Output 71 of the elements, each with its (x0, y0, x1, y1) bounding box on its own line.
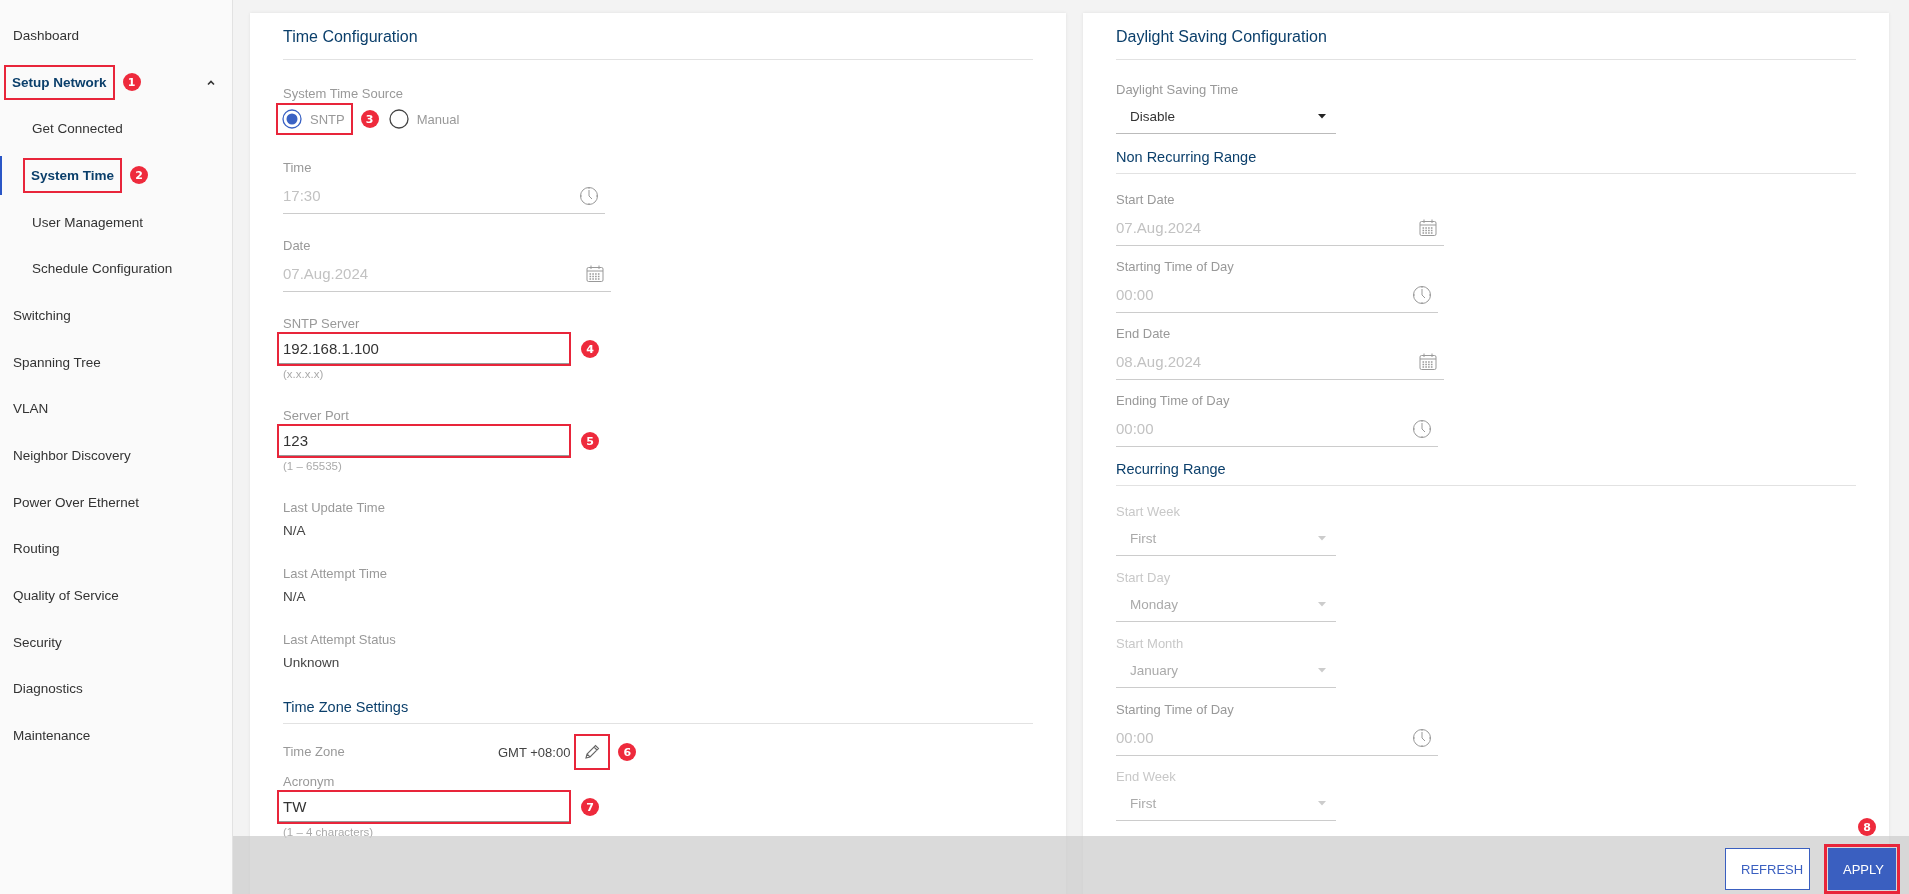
callout-badge: 4 (581, 340, 599, 358)
clock-icon (1412, 418, 1432, 439)
dropdown-caret-icon (1318, 602, 1326, 607)
dropdown-caret-icon (1318, 801, 1326, 806)
dropdown-caret-icon (1318, 668, 1326, 673)
field-label: Acronym (283, 773, 336, 791)
field-label: Last Attempt Status (283, 631, 397, 649)
field-label: Ending Time of Day (1116, 392, 1231, 410)
sidebar-item[interactable]: Power Over Ethernet (13, 487, 140, 517)
calendar-icon (585, 263, 605, 284)
callout-badge: 6 (618, 743, 637, 761)
dropdown[interactable]: Disable (1116, 100, 1336, 134)
field-label: Date (283, 237, 312, 255)
callout-badge: 3 (360, 110, 379, 128)
section-heading: Non Recurring Range (1116, 146, 1856, 174)
sidebar-item[interactable]: Security (13, 627, 62, 657)
calendar-icon (1418, 351, 1438, 372)
input-field[interactable]: TW (279, 792, 569, 822)
field-value: N/A (283, 588, 307, 606)
timezone-value: GMT +08:00 (498, 744, 571, 760)
field-value: N/A (283, 522, 307, 540)
field-label: Last Attempt Time (283, 565, 389, 583)
sidebar-item[interactable]: Maintenance (13, 721, 91, 751)
refresh-button[interactable]: REFRESH (1725, 848, 1810, 890)
field-label: Starting Time of Day (1116, 701, 1235, 719)
clock-icon (1412, 284, 1432, 305)
field-label: End Date (1116, 325, 1172, 343)
field-hint: (x.x.x.x) (283, 367, 325, 382)
field-hint: (1 – 65535) (283, 459, 343, 474)
field-label: Starting Time of Day (1116, 258, 1235, 276)
sidebar-item[interactable]: Spanning Tree (13, 347, 101, 377)
section-heading: Recurring Range (1116, 458, 1856, 486)
sidebar-item[interactable]: Neighbor Discovery (13, 441, 131, 471)
sidebar-item[interactable]: Quality of Service (13, 581, 119, 611)
field-label: Time Zone (283, 743, 346, 761)
edit-button[interactable] (576, 736, 609, 768)
dropdown-caret-icon (1318, 114, 1326, 119)
field-hint: (1 – 4 characters) (283, 825, 375, 840)
pencil-icon (583, 743, 602, 761)
input-field[interactable]: 123 (279, 426, 569, 456)
sidebar-item[interactable]: Get Connected (32, 114, 123, 144)
input-field[interactable]: 192.168.1.100 (279, 334, 569, 364)
sidebar-item[interactable]: User Management (32, 207, 144, 237)
field-label: Time (283, 159, 313, 177)
card-title: Daylight Saving Configuration (1116, 13, 1856, 60)
dropdown-caret-icon (1318, 536, 1326, 541)
callout-badge: 7 (581, 798, 599, 816)
field-label: Server Port (283, 407, 350, 425)
chevron-up-icon[interactable] (206, 78, 216, 86)
sidebar-item[interactable]: System Time (25, 159, 121, 191)
sidebar-item[interactable]: Setup Network (6, 66, 113, 98)
sidebar-item[interactable]: VLAN (13, 394, 49, 424)
clock-icon (1412, 727, 1432, 748)
calendar-icon (1418, 217, 1438, 238)
sidebar-item[interactable]: Switching (13, 300, 71, 330)
sidebar-item[interactable]: Schedule Configuration (32, 254, 173, 284)
sidebar-item[interactable]: Routing (13, 534, 60, 564)
callout-badge: 1 (122, 73, 141, 92)
field-label: Start Date (1116, 191, 1176, 209)
field-label: Daylight Saving Time (1116, 81, 1240, 99)
field-label: System Time Source (283, 85, 404, 103)
sidebar-item[interactable]: Dashboard (13, 20, 80, 50)
clock-icon (579, 185, 599, 206)
field-label: Last Update Time (283, 499, 386, 517)
card-title: Time Configuration (283, 13, 1033, 60)
field-label: SNTP Server (283, 315, 361, 333)
sidebar-item[interactable]: Diagnostics (13, 674, 83, 704)
field-value: Unknown (283, 654, 341, 672)
callout-badge: 2 (130, 166, 149, 185)
section-heading: Time Zone Settings (283, 696, 1033, 724)
callout-badge: 5 (581, 432, 599, 450)
